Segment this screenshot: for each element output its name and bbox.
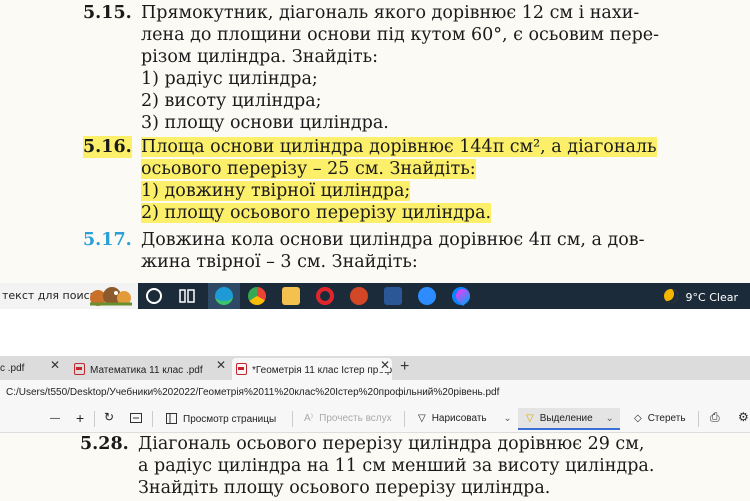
problem-5-28: 5.28. Діагональ осьового перерізу цилінд…: [80, 433, 740, 499]
problem-line: Прямокутник, діагональ якого дорівнює 12…: [141, 3, 640, 23]
problem-number: 5.17.: [83, 230, 132, 250]
read-aloud-label: Прочесть вслух: [319, 413, 392, 424]
problem-line: 2) висоту циліндра;: [141, 91, 322, 111]
erase-label: Стереть: [647, 413, 686, 424]
eraser-icon: ◇: [634, 413, 642, 424]
taskbar-search-box[interactable]: текст для поиска: [0, 283, 138, 309]
problem-line: 3) площу основи циліндра.: [141, 113, 389, 133]
windows-taskbar: текст для поиска 9°C Clear: [0, 283, 750, 309]
chevron-down-icon[interactable]: ⌄: [503, 413, 511, 424]
opera-icon[interactable]: [316, 287, 334, 305]
draw-label: Нарисовать: [431, 413, 487, 424]
problem-line: 1) радіус циліндра;: [141, 69, 318, 89]
tab-label: с .pdf: [0, 363, 25, 374]
problem-line: Довжина кола основи циліндра дорівнює 4π…: [141, 230, 645, 250]
problem-line: жина твірної – 3 см. Знайдіть:: [141, 252, 418, 272]
new-tab-button[interactable]: +: [400, 358, 409, 376]
tab-3-active[interactable]: *Геометрія 11 клас Істер профі ✕: [232, 358, 392, 380]
highlight-label: Выделение: [539, 413, 593, 424]
close-icon[interactable]: ✕: [216, 358, 226, 372]
erase-button[interactable]: ◇ Стереть: [634, 413, 686, 424]
problem-number: 5.16.: [83, 136, 132, 158]
edge-icon: [215, 287, 233, 305]
edge-taskbar-button[interactable]: [208, 283, 240, 309]
powerpoint-icon[interactable]: [350, 287, 368, 305]
read-aloud-button[interactable]: A⁾ Прочесть вслух: [304, 413, 392, 424]
draw-icon: ▽: [418, 413, 426, 424]
file-explorer-icon[interactable]: [282, 287, 300, 305]
page-view-icon: [166, 413, 177, 424]
pdf-icon: [236, 363, 247, 375]
problem-line: Площа основи циліндра дорівнює 144π см²,…: [141, 137, 657, 157]
problem-5-17: 5.17. Довжина кола основи циліндра дорів…: [83, 229, 683, 273]
settings-icon[interactable]: ⚙: [738, 410, 749, 424]
address-bar[interactable]: C:/Users/t550/Desktop/Учебники%202022/Ге…: [0, 380, 750, 405]
problem-line: Діагональ осьового перерізу циліндра дор…: [138, 434, 645, 454]
problem-number: 5.28.: [80, 434, 129, 454]
problem-line: 2) площу осьового перерізу циліндра.: [141, 203, 492, 223]
tab-1[interactable]: с .pdf ✕: [0, 358, 66, 380]
cortana-icon[interactable]: [146, 288, 162, 304]
zoom-out-button[interactable]: —: [50, 413, 60, 424]
search-highlight-art-icon: [90, 287, 132, 306]
problem-line: різом циліндра. Знайдіть:: [141, 47, 379, 67]
problem-5-16: 5.16. Площа основи циліндра дорівнює 144…: [83, 136, 683, 224]
view-pages-button[interactable]: Просмотр страницы: [166, 413, 276, 425]
word-icon[interactable]: [384, 287, 402, 305]
weather-widget[interactable]: 9°C Clear: [664, 289, 738, 304]
problem-line: 1) довжину твірної циліндра;: [141, 181, 411, 201]
fit-page-icon[interactable]: [130, 413, 142, 426]
zoom-icon[interactable]: [418, 287, 436, 305]
browser-tab-strip: с .pdf ✕ Математика 11 клас .pdf ✕ *Геом…: [0, 356, 750, 380]
draw-button[interactable]: ▽ Нарисовать ⌄: [418, 413, 512, 424]
zoom-in-button[interactable]: +: [76, 410, 84, 426]
view-pages-label: Просмотр страницы: [183, 414, 277, 425]
moon-icon: [664, 289, 679, 303]
read-aloud-icon: A⁾: [304, 413, 314, 424]
chrome-icon[interactable]: [248, 287, 266, 305]
problem-number: 5.15.: [83, 3, 132, 23]
close-icon[interactable]: ✕: [50, 358, 60, 372]
problem-line: Знайдіть площу осьового перерізу циліндр…: [138, 478, 551, 498]
rotate-icon[interactable]: ↻: [104, 410, 114, 424]
chevron-down-icon[interactable]: ⌄: [605, 413, 613, 424]
task-view-icon[interactable]: [178, 287, 196, 305]
problem-line: осьового перерізу – 25 см. Знайдіть:: [141, 159, 476, 179]
highlighter-icon: ▽: [526, 413, 534, 424]
print-icon[interactable]: ⎙: [710, 410, 720, 425]
tab-label: *Геометрія 11 клас Істер профі: [252, 365, 392, 376]
tab-label: Математика 11 клас .pdf: [90, 365, 203, 376]
problem-line: а радіус циліндра на 11 см менший за вис…: [138, 456, 655, 476]
tab-2[interactable]: Математика 11 клас .pdf ✕: [70, 358, 230, 380]
problem-line: лена до площини основи під кутом 60°, є …: [141, 25, 660, 45]
problem-5-15: 5.15. Прямокутник, діагональ якого дорів…: [83, 2, 683, 134]
pdf-toolbar: — + ↻ Просмотр страницы A⁾ Прочесть вслух…: [0, 405, 750, 433]
highlight-button[interactable]: ▽ Выделение ⌄: [518, 408, 620, 430]
pdf-page-bottom: 5.28. Діагональ осьового перерізу цилінд…: [0, 433, 750, 501]
pdf-icon: [74, 363, 85, 375]
close-icon[interactable]: ✕: [378, 358, 391, 372]
pdf-page-top: 5.15. Прямокутник, діагональ якого дорів…: [0, 0, 750, 283]
address-url: C:/Users/t550/Desktop/Учебники%202022/Ге…: [6, 387, 500, 398]
weather-text: 9°C Clear: [685, 291, 738, 304]
blank-area: [0, 309, 750, 356]
